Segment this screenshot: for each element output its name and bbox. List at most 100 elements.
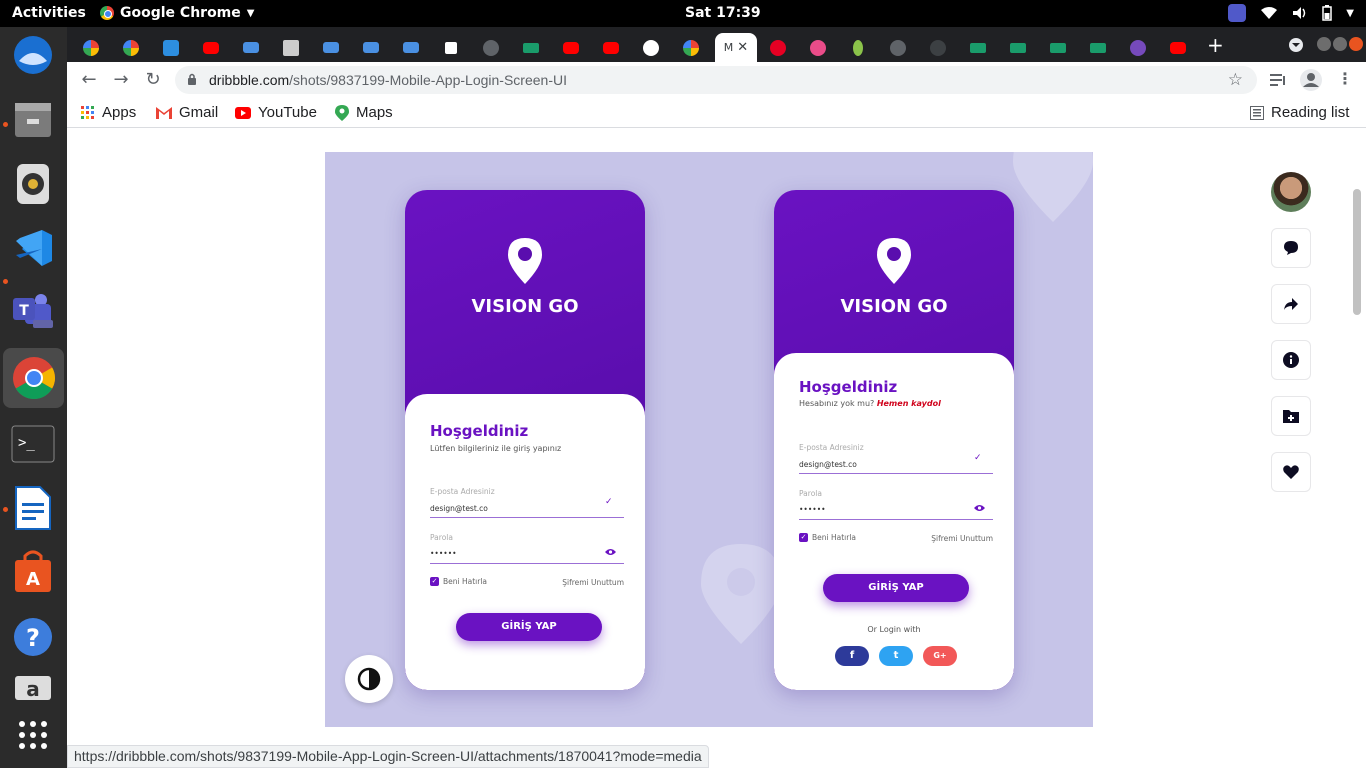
check-icon: ✓ (605, 497, 613, 507)
forward-button[interactable]: → (111, 70, 131, 90)
bookmark-gmail[interactable]: Gmail (156, 104, 218, 121)
tab-chat[interactable] (352, 33, 390, 62)
welcome-subtitle: Lütfen bilgileriniz ile giriş yapınız (430, 444, 562, 453)
tab-webflow[interactable] (999, 33, 1037, 62)
tab-youtube[interactable] (592, 33, 630, 62)
activities-button[interactable]: Activities (12, 5, 86, 21)
tab-webflow[interactable] (512, 33, 550, 62)
tab-dribbble[interactable] (799, 33, 837, 62)
amazon-icon[interactable]: a (8, 672, 58, 702)
tab-redux[interactable] (1119, 33, 1157, 62)
tab-store[interactable] (272, 33, 310, 62)
contrast-toggle-button[interactable] (345, 655, 393, 703)
google-login-button[interactable]: G+ (923, 646, 957, 666)
teams-tray-icon[interactable] (1228, 4, 1247, 22)
tab-google[interactable] (672, 33, 710, 62)
facebook-login-button[interactable]: f (835, 646, 869, 666)
media-control-icon[interactable] (1270, 72, 1288, 88)
bookmark-star-icon[interactable]: ☆ (1228, 70, 1243, 90)
password-field[interactable]: •••••• (799, 505, 826, 514)
tab-generic[interactable] (919, 33, 957, 62)
rhythmbox-icon[interactable] (8, 159, 58, 209)
close-icon[interactable]: ✕ (737, 40, 748, 55)
new-tab-button[interactable]: + (1207, 33, 1224, 57)
system-tray[interactable]: ▼ (1228, 4, 1354, 22)
signup-link[interactable]: Hemen kaydol (877, 399, 941, 408)
tab-pinterest[interactable] (759, 33, 797, 62)
tab-youtube[interactable] (1159, 33, 1197, 62)
menu-icon[interactable]: ⋮ (1337, 69, 1353, 88)
welcome-title: Hoşgeldiniz (430, 422, 529, 440)
clock[interactable]: Sat 17:39 (685, 5, 761, 21)
tab-webflow[interactable] (1079, 33, 1117, 62)
tab-generic[interactable] (879, 33, 917, 62)
twitter-login-button[interactable]: t (879, 646, 913, 666)
login-button[interactable]: GİRİŞ YAP (823, 574, 969, 602)
svg-text:T: T (19, 303, 29, 319)
tab-zoho[interactable] (152, 33, 190, 62)
tab-codesandbox[interactable] (432, 33, 470, 62)
email-field[interactable]: design@test.co (799, 460, 857, 469)
login-button[interactable]: GİRİŞ YAP (456, 613, 602, 641)
maps-icon (335, 104, 349, 121)
add-to-collection-button[interactable] (1271, 396, 1311, 436)
thunderbird-icon[interactable] (8, 30, 58, 80)
teams-icon[interactable]: T (8, 287, 58, 337)
tab-chat[interactable] (232, 33, 270, 62)
info-button[interactable] (1271, 340, 1311, 380)
eye-icon[interactable] (605, 548, 616, 556)
tab-webflow[interactable] (959, 33, 997, 62)
webflow-icon (970, 42, 986, 53)
reading-list-button[interactable]: Reading list (1250, 104, 1349, 121)
designer-avatar[interactable] (1271, 172, 1311, 212)
tab-youtube[interactable] (192, 33, 230, 62)
chrome-dock-icon[interactable] (3, 348, 64, 408)
writer-icon[interactable] (8, 483, 58, 533)
share-button[interactable] (1271, 284, 1311, 324)
maximize-button[interactable] (1333, 37, 1347, 51)
minimize-button[interactable] (1317, 37, 1331, 51)
google-icon (683, 39, 699, 56)
help-icon[interactable]: ? (8, 612, 58, 662)
show-apps-icon[interactable] (8, 710, 58, 760)
email-field[interactable]: design@test.co (430, 504, 488, 513)
software-center-icon[interactable]: A (8, 547, 58, 597)
reload-button[interactable]: ↻ (143, 70, 163, 90)
tab-chat[interactable] (312, 33, 350, 62)
bookmark-youtube[interactable]: YouTube (235, 104, 317, 121)
password-field[interactable]: •••••• (430, 549, 457, 558)
terminal-icon[interactable]: >_ (8, 419, 58, 469)
tab-google[interactable] (72, 33, 110, 62)
tab-search-icon[interactable] (1288, 37, 1304, 53)
tab-dribbble-active[interactable]: M ✕ (715, 33, 757, 62)
forgot-password-link[interactable]: Şifremi Unuttum (931, 534, 993, 543)
bookmark-maps[interactable]: Maps (335, 104, 393, 121)
address-bar[interactable]: dribbble.com/shots/9837199-Mobile-App-Lo… (175, 66, 1257, 94)
chat-icon (403, 42, 419, 53)
remember-me-checkbox[interactable]: ✓ Beni Hatırla (799, 533, 856, 542)
comments-button[interactable] (1271, 228, 1311, 268)
system-top-bar: Activities Google Chrome ▼ Sat 17:39 ▼ (0, 0, 1366, 27)
tab-google[interactable] (112, 33, 150, 62)
tab-chat[interactable] (392, 33, 430, 62)
shot-image[interactable]: VISION GO Hoşgeldiniz Lütfen bilgilerini… (325, 152, 1093, 727)
tab-youtube[interactable] (552, 33, 590, 62)
tab-webflow[interactable] (1039, 33, 1077, 62)
profile-icon[interactable] (1300, 69, 1322, 91)
close-window-button[interactable] (1349, 37, 1363, 51)
forgot-password-link[interactable]: Şifremi Unuttum (562, 578, 624, 587)
vscode-icon[interactable] (8, 223, 58, 273)
bookmark-apps[interactable]: Apps (81, 104, 136, 121)
email-label: E-posta Adresiniz (799, 443, 864, 452)
page-scrollbar[interactable] (1353, 189, 1361, 315)
files-icon[interactable] (8, 95, 58, 145)
like-button[interactable] (1271, 452, 1311, 492)
back-button[interactable]: ← (79, 70, 99, 90)
eye-icon[interactable] (974, 504, 985, 512)
svg-text:a: a (26, 677, 40, 700)
app-menu[interactable]: Google Chrome ▼ (100, 5, 254, 21)
tab-generic[interactable] (472, 33, 510, 62)
remember-me-checkbox[interactable]: ✓ Beni Hatırla (430, 577, 487, 586)
tab-generic[interactable] (839, 33, 877, 62)
tab-github[interactable] (632, 33, 670, 62)
